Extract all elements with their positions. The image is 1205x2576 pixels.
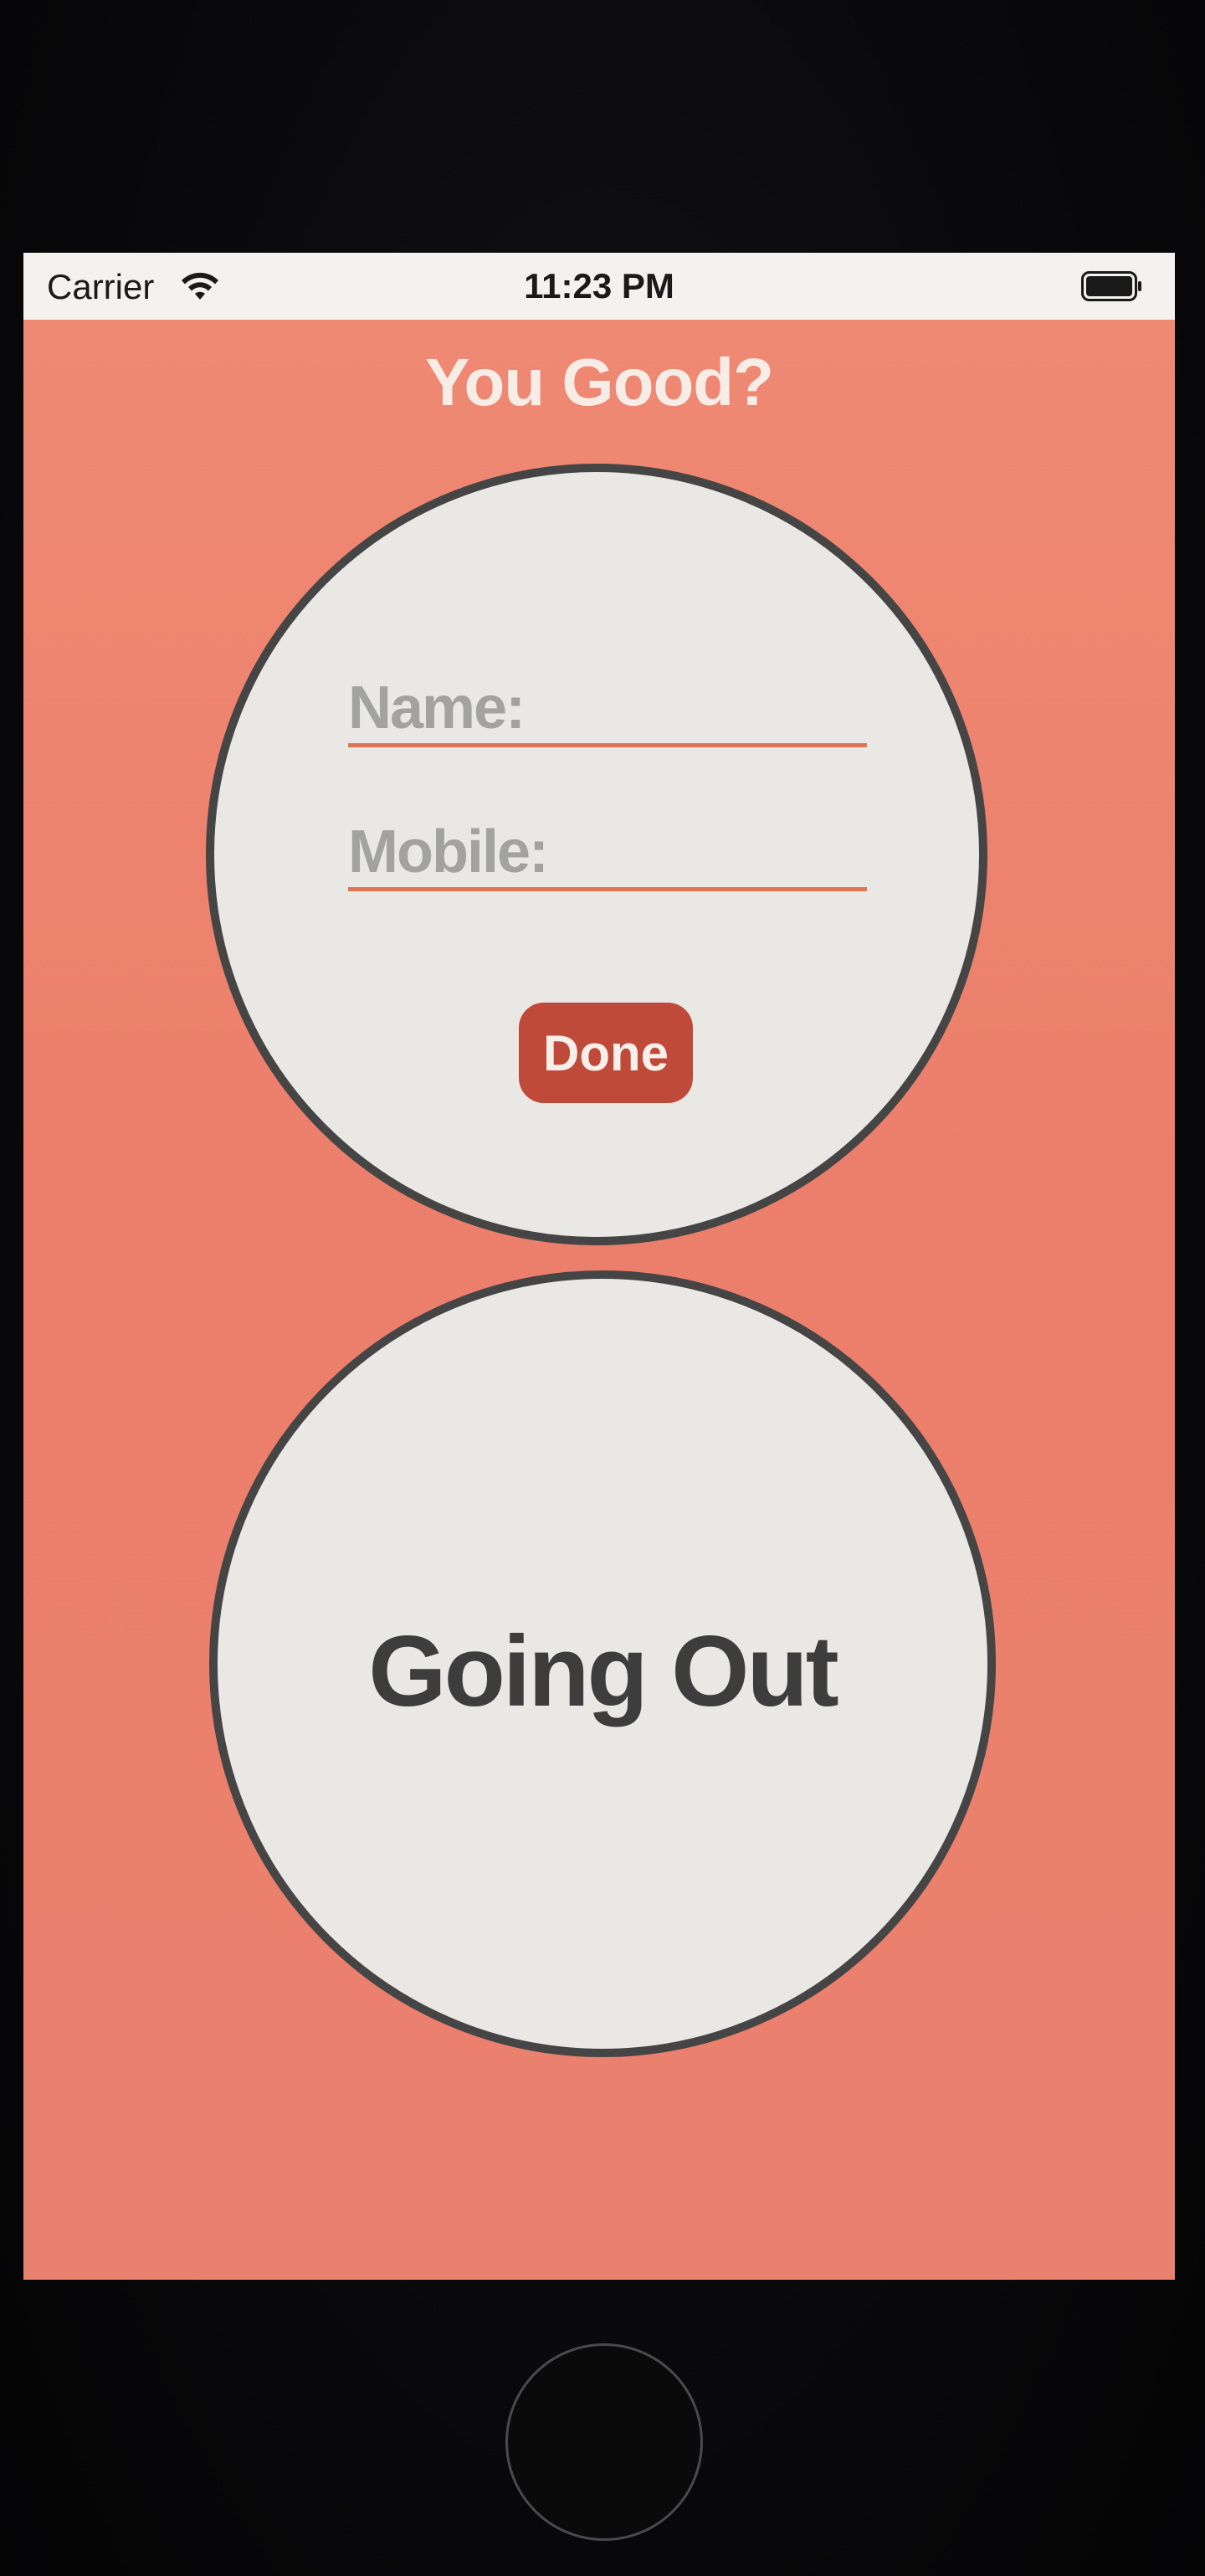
status-bar: Carrier 11:23 PM	[23, 253, 1175, 320]
status-time: 11:23 PM	[524, 266, 674, 305]
home-button-icon[interactable]	[505, 2343, 703, 2541]
name-field	[348, 673, 867, 747]
app-screen: Carrier 11:23 PM You Good? Done	[23, 253, 1175, 2280]
name-input[interactable]	[348, 673, 867, 743]
contact-form-circle: Done	[206, 464, 987, 1245]
battery-icon	[1081, 271, 1141, 301]
going-out-label: Going Out	[368, 1615, 839, 1727]
phone-device: Carrier 11:23 PM You Good? Done	[0, 0, 1205, 2576]
app-title: You Good?	[424, 345, 774, 419]
going-out-button[interactable]: Going Out	[209, 1270, 996, 2057]
mobile-input[interactable]	[348, 817, 867, 887]
mobile-field	[348, 817, 867, 891]
done-button[interactable]: Done	[519, 1003, 693, 1103]
